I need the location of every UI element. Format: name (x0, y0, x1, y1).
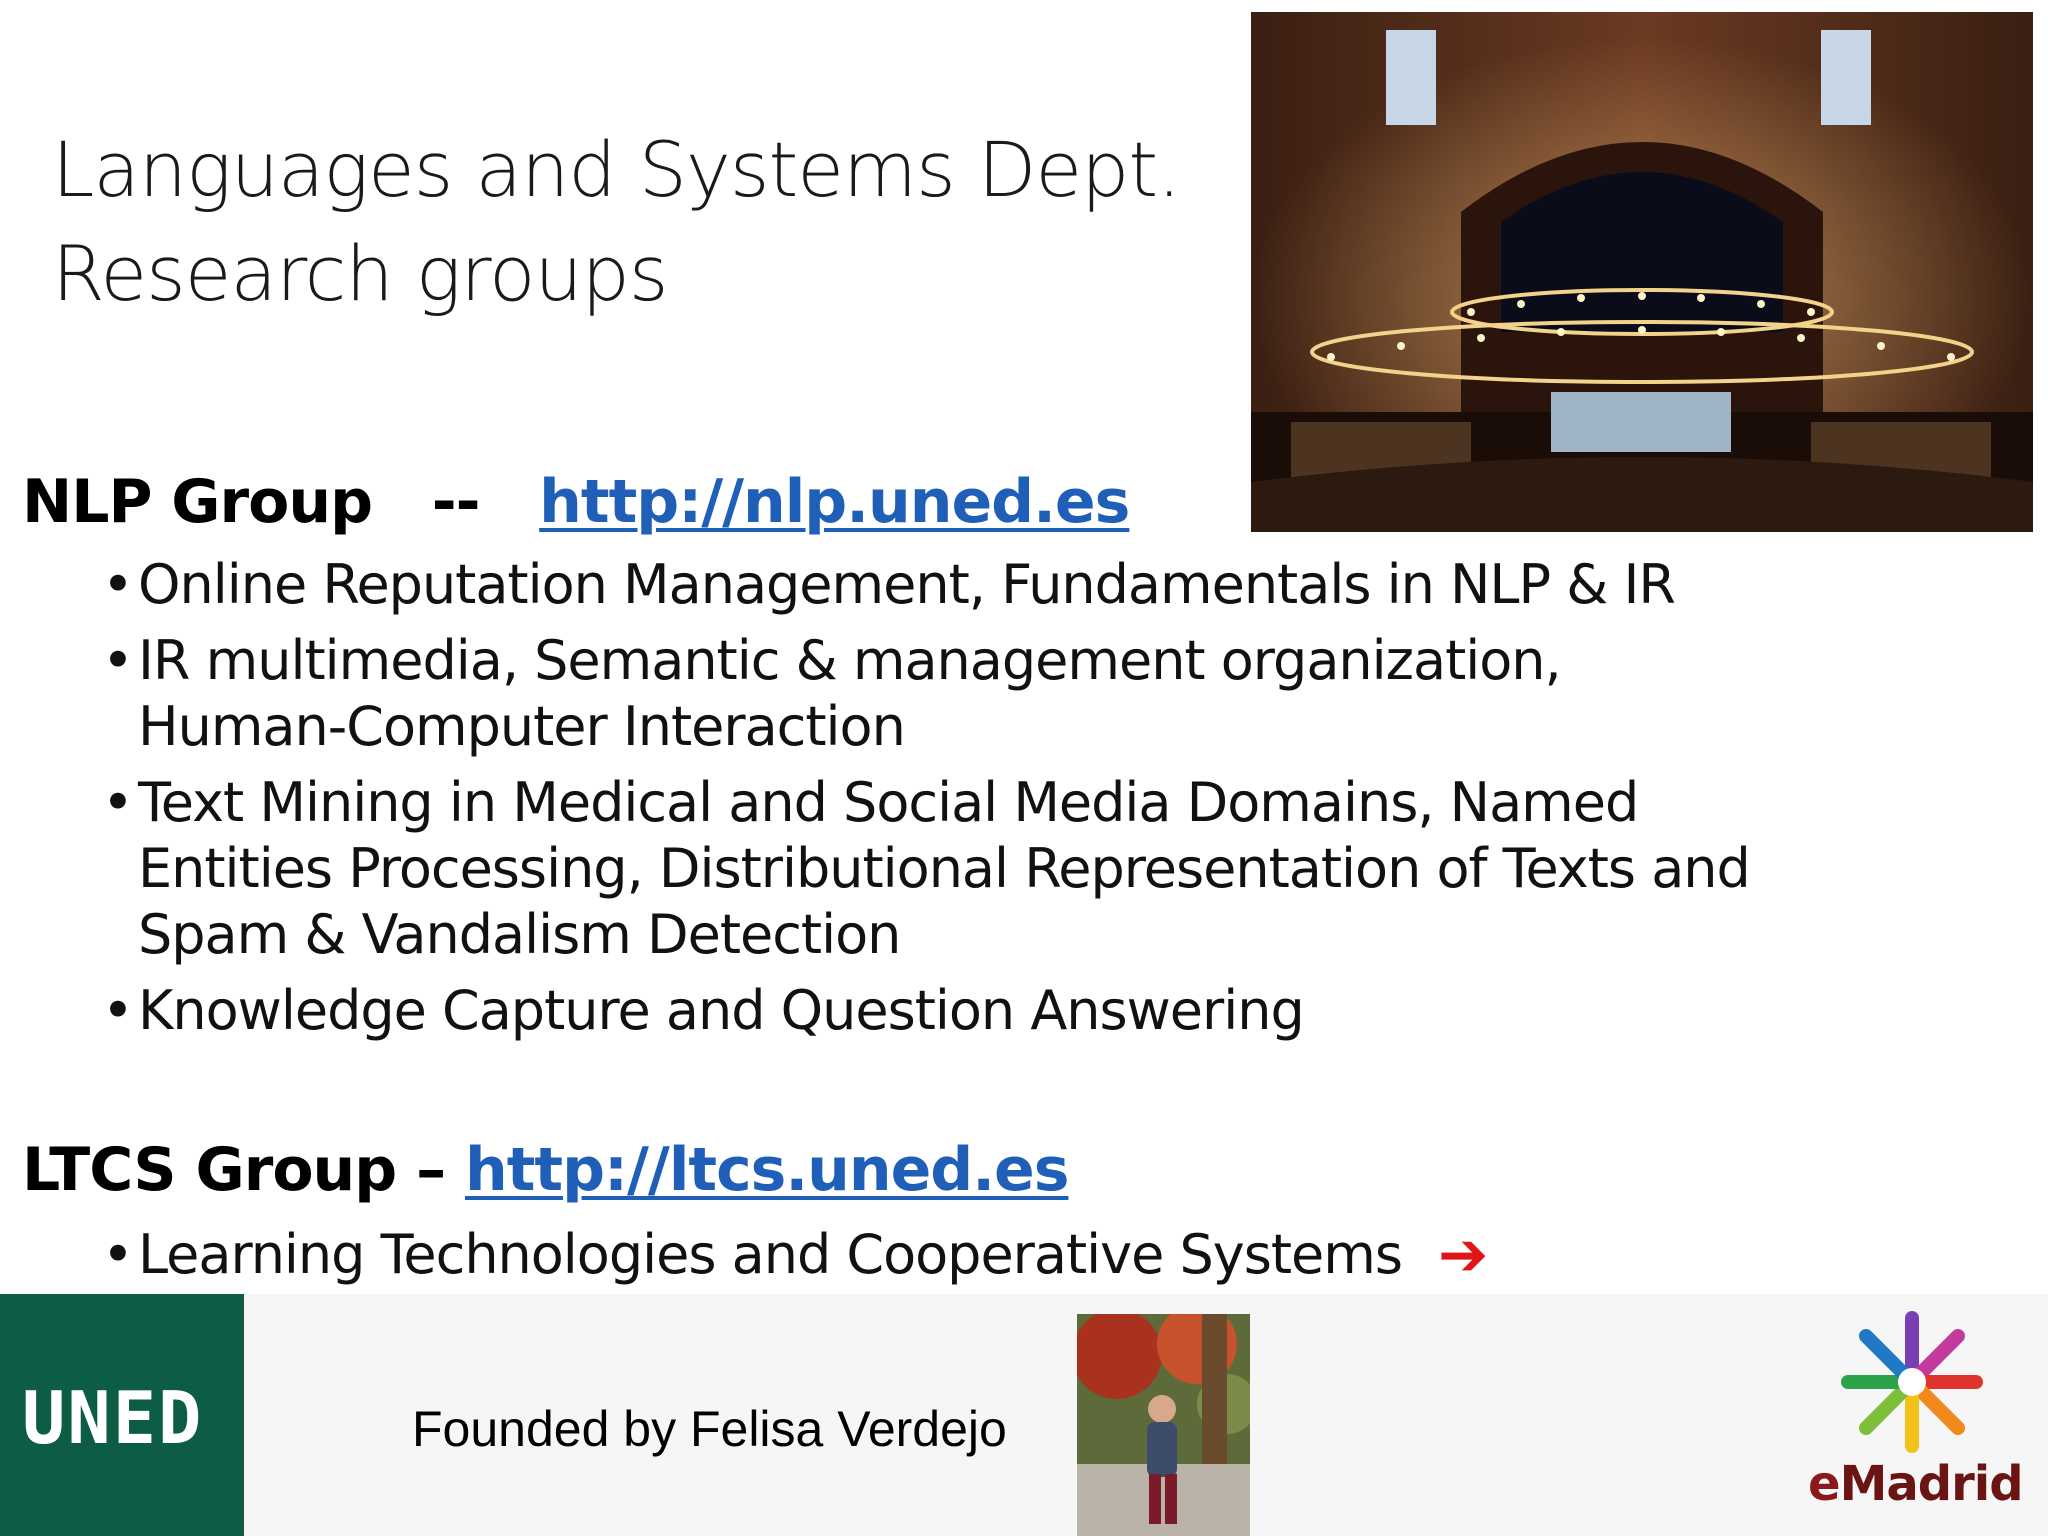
ltcs-topics-list: • Learning Technologies and Cooperative S… (96, 1222, 1696, 1298)
title-line-2: Research groups (52, 229, 668, 318)
library-photo (1251, 12, 2033, 532)
nlp-topic: Knowledge Capture and Question Answering (138, 979, 1305, 1042)
nlp-group-link[interactable]: http://nlp.uned.es (539, 467, 1130, 537)
nlp-topic: Online Reputation Management, Fundamenta… (138, 553, 1676, 616)
bullet-icon: • (102, 771, 134, 834)
uned-logo-text: UNED (22, 1376, 204, 1460)
list-item: • Online Reputation Management, Fundament… (96, 552, 1758, 618)
slide-title: Languages and Systems Dept. Research gro… (52, 118, 1232, 326)
list-item: • IR multimedia, Semantic & management or… (96, 628, 1758, 760)
ltcs-group-heading: LTCS Group – http://ltcs.uned.es (22, 1134, 1069, 1206)
slide: Languages and Systems Dept. Research gro… (0, 0, 2048, 1536)
nlp-group-name: NLP Group -- (22, 467, 540, 537)
red-arrow-icon: ➔ (1438, 1220, 1488, 1290)
bullet-icon: • (102, 979, 134, 1042)
bullet-icon: • (102, 1223, 134, 1286)
emadrid-logo: eMadrid (1800, 1310, 2036, 1536)
founded-by-text: Founded by Felisa Verdejo (412, 1401, 1007, 1457)
nlp-group-heading: NLP Group -- http://nlp.uned.es (22, 466, 1130, 538)
felisa-verdejo-photo (1077, 1314, 1250, 1536)
ltcs-group-link[interactable]: http://ltcs.uned.es (465, 1135, 1069, 1205)
ltcs-topic: Learning Technologies and Cooperative Sy… (138, 1223, 1403, 1286)
ltcs-group-name: LTCS Group – (22, 1135, 465, 1205)
nlp-topic: IR multimedia, Semantic & management org… (138, 629, 1562, 758)
list-item: • Text Mining in Medical and Social Media… (96, 770, 1798, 968)
emadrid-logo-text: eMadrid (1808, 1456, 2024, 1512)
footer-band (0, 1294, 2048, 1536)
list-item: • Knowledge Capture and Question Answerin… (96, 978, 1796, 1044)
uned-logo: UNED (0, 1294, 244, 1536)
list-item: • Learning Technologies and Cooperative S… (96, 1222, 1696, 1288)
title-line-1: Languages and Systems Dept. (52, 125, 1181, 214)
nlp-topic: Text Mining in Medical and Social Media … (138, 771, 1751, 966)
nlp-topics-list: • Online Reputation Management, Fundament… (96, 552, 1796, 1054)
bullet-icon: • (102, 553, 134, 616)
bullet-icon: • (102, 629, 134, 692)
